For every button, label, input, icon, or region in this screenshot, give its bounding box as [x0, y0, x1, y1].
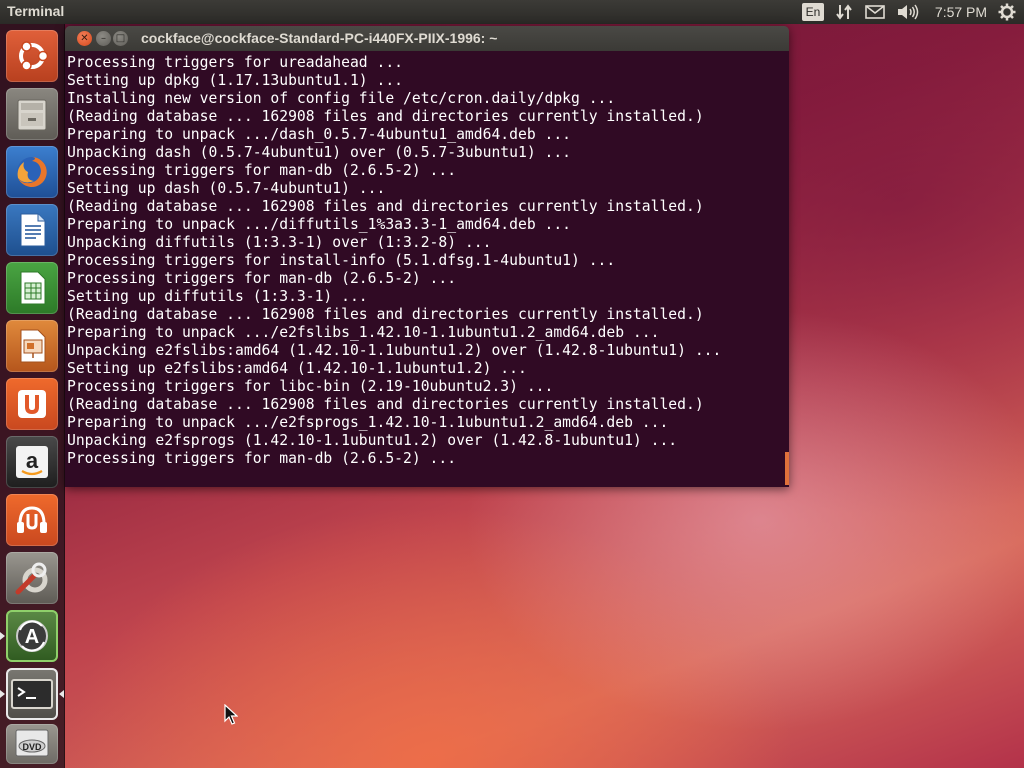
launcher-item-amazon[interactable]: a: [6, 436, 58, 488]
panel-app-title: Terminal: [7, 3, 65, 19]
launcher-item-software-updater[interactable]: A: [0, 610, 58, 662]
terminal-line: Preparing to unpack .../e2fslibs_1.42.10…: [67, 324, 660, 341]
launcher-item-ubuntu-dash[interactable]: [6, 30, 58, 82]
close-button[interactable]: ✕: [77, 31, 92, 46]
window-title-bar[interactable]: ✕ – □ cockface@cockface-Standard-PC-i440…: [65, 26, 789, 51]
running-indicator: [0, 632, 5, 640]
sound-icon[interactable]: [897, 2, 919, 22]
calc-spreadsheet-icon: [20, 271, 46, 305]
firefox-icon: [17, 157, 47, 187]
keyboard-layout-indicator[interactable]: En: [802, 3, 824, 21]
scrollbar[interactable]: [785, 51, 789, 487]
terminal-line: (Reading database ... 162908 files and d…: [67, 108, 704, 125]
running-indicator: [0, 690, 5, 698]
launcher-item-ubuntu-one-music[interactable]: [6, 494, 58, 546]
launcher-item-libreoffice-impress[interactable]: [6, 320, 58, 372]
terminal-line: Unpacking diffutils (1:3.3-1) over (1:3.…: [67, 234, 492, 251]
terminal-line: Processing triggers for man-db (2.6.5-2)…: [67, 450, 457, 467]
top-panel: Terminal En 7:57 PM: [0, 0, 1024, 24]
maximize-button[interactable]: □: [113, 31, 128, 46]
launcher: a A DVD: [0, 24, 65, 768]
network-icon[interactable]: [834, 2, 854, 22]
scrollbar-thumb[interactable]: [785, 452, 789, 485]
writer-document-icon: [20, 213, 46, 247]
mouse-pointer-icon: [224, 704, 238, 725]
terminal-line: (Reading database ... 162908 files and d…: [67, 396, 704, 413]
terminal-window: ✕ – □ cockface@cockface-Standard-PC-i440…: [65, 26, 789, 487]
terminal-line: (Reading database ... 162908 files and d…: [67, 306, 704, 323]
terminal-line: Processing triggers for ureadahead ...: [67, 54, 404, 71]
launcher-item-software-center[interactable]: [6, 378, 58, 430]
terminal-line: Unpacking e2fsprogs (1.42.10-1.1ubuntu1.…: [67, 432, 678, 449]
minimize-button[interactable]: –: [96, 31, 111, 46]
launcher-item-files[interactable]: [6, 88, 58, 140]
focused-indicator: [59, 690, 64, 698]
launcher-item-libreoffice-calc[interactable]: [6, 262, 58, 314]
window-title: cockface@cockface-Standard-PC-i440FX-PII…: [141, 30, 498, 46]
terminal-line: Preparing to unpack .../e2fsprogs_1.42.1…: [67, 414, 669, 431]
terminal-line: Setting up diffutils (1:3.3-1) ...: [67, 288, 368, 305]
launcher-item-firefox[interactable]: [6, 146, 58, 198]
launcher-item-libreoffice-writer[interactable]: [6, 204, 58, 256]
mail-icon[interactable]: [864, 2, 886, 22]
terminal-line: (Reading database ... 162908 files and d…: [67, 198, 704, 215]
terminal-line: Processing triggers for install-info (5.…: [67, 252, 616, 269]
ubuntu-logo-icon: [19, 41, 49, 71]
maximize-icon: □: [115, 32, 126, 44]
close-icon: ✕: [80, 32, 89, 44]
ubuntu-one-music-icon: [17, 506, 47, 533]
terminal-line: Processing triggers for man-db (2.6.5-2)…: [67, 162, 457, 179]
terminal-line: Processing triggers for libc-bin (2.19-1…: [67, 378, 554, 395]
terminal-line: Preparing to unpack .../dash_0.5.7-4ubun…: [67, 126, 572, 143]
file-cabinet-icon: [17, 99, 47, 131]
terminal-line: Installing new version of config file /e…: [67, 90, 616, 107]
terminal-line: Unpacking e2fslibs:amd64 (1.42.10-1.1ubu…: [67, 342, 722, 359]
svg-text:DVD: DVD: [22, 742, 42, 752]
clock[interactable]: 7:57 PM: [932, 2, 990, 22]
launcher-item-dvd[interactable]: DVD: [6, 724, 58, 764]
launcher-item-system-settings[interactable]: [6, 552, 58, 604]
terminal-output: Processing triggers for ureadahead ... Se…: [67, 54, 779, 468]
amazon-icon: a: [16, 446, 48, 478]
terminal-line: Unpacking dash (0.5.7-4ubuntu1) over (0.…: [67, 144, 572, 161]
settings-wrench-icon: [15, 562, 48, 595]
terminal-line: Processing triggers for man-db (2.6.5-2)…: [67, 270, 457, 287]
terminal-line: Setting up dpkg (1.17.13ubuntu1.1) ...: [67, 72, 404, 89]
software-center-icon: [18, 390, 46, 418]
terminal-output-area[interactable]: Processing triggers for ureadahead ... Se…: [65, 51, 789, 487]
terminal-line: Setting up dash (0.5.7-4ubuntu1) ...: [67, 180, 386, 197]
impress-presentation-icon: [20, 329, 46, 363]
terminal-line: Preparing to unpack .../diffutils_1%3a3.…: [67, 216, 572, 233]
terminal-line: Setting up e2fslibs:amd64 (1.42.10-1.1ub…: [67, 360, 527, 377]
launcher-item-terminal[interactable]: [0, 668, 64, 720]
svg-text:a: a: [26, 448, 39, 473]
software-updater-icon: A: [16, 620, 48, 652]
terminal-icon: [11, 679, 53, 709]
minimize-icon: –: [101, 32, 106, 44]
session-gear-icon[interactable]: [997, 2, 1017, 22]
svg-text:A: A: [25, 626, 39, 648]
dvd-icon: DVD: [15, 729, 49, 757]
